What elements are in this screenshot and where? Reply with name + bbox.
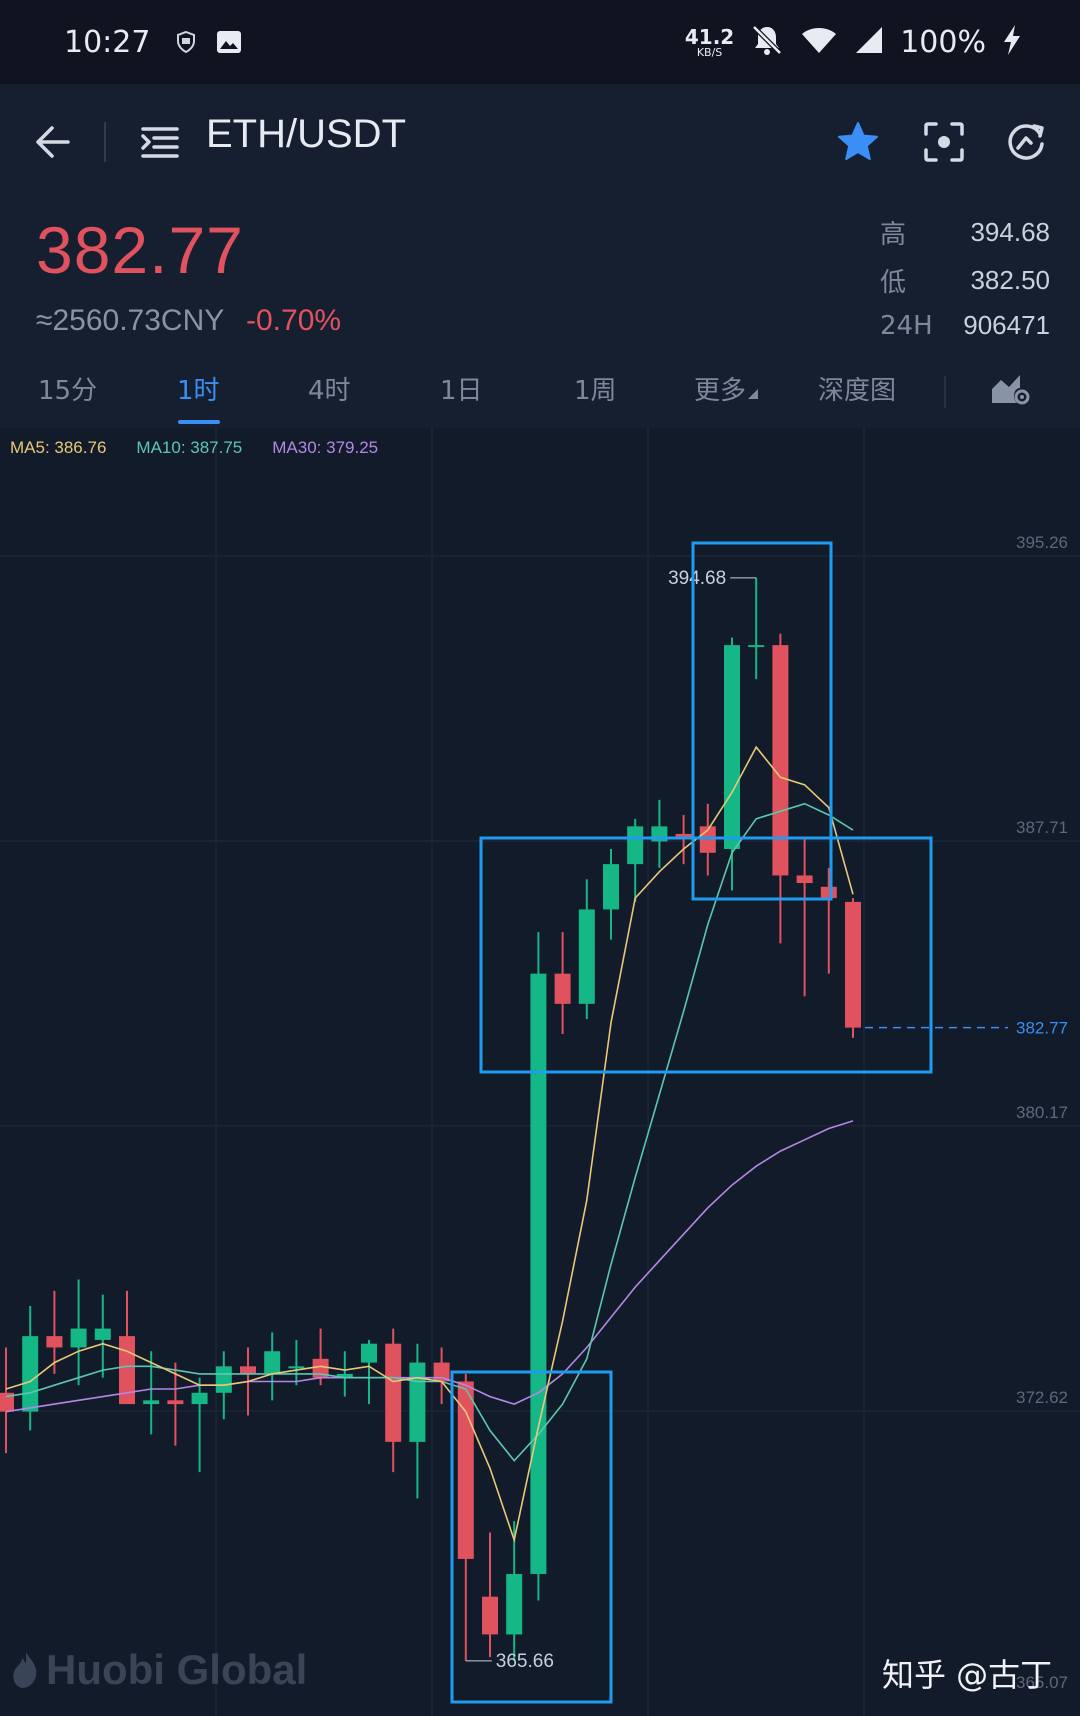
kline-chart[interactable]: 395.26 387.71 380.17 372.62 365.07 394.68 365.…: [0, 428, 1080, 1716]
favorite-button[interactable]: [834, 118, 882, 166]
price-cny: ≈2560.73CNY: [36, 304, 225, 337]
candle-body: [94, 1328, 111, 1340]
net-speed-value: 41.2: [684, 24, 735, 49]
huobi-flame-icon: [13, 1652, 37, 1688]
ma10-label: MA10: 387.75: [136, 438, 243, 457]
candle-body: [845, 901, 861, 1028]
candle-body: [457, 1381, 474, 1559]
candle-body: [820, 886, 837, 899]
candle-body: [288, 1366, 305, 1369]
candle-body: [796, 875, 813, 884]
tabs-divider: [944, 376, 946, 408]
candle-body: [506, 1574, 523, 1635]
ma5-line: [5, 745, 854, 1544]
wifi-icon: [800, 25, 838, 59]
candle-body: [22, 1336, 39, 1412]
y-tick-label: 372.62: [1016, 1388, 1068, 1407]
pair-title[interactable]: ETH/USDT: [206, 112, 406, 157]
candle-body: [46, 1336, 63, 1348]
low-marker-label: 365.66: [496, 1651, 554, 1672]
tab-4h[interactable]: 4时: [308, 370, 351, 407]
shield-icon: [174, 30, 198, 54]
candle-body: [143, 1400, 160, 1405]
screenshot-button[interactable]: [920, 118, 968, 166]
candle-body: [70, 1328, 87, 1348]
candle-body: [748, 645, 765, 648]
candle-body: [627, 826, 644, 865]
candle-body: [578, 909, 595, 1004]
tab-depth[interactable]: 深度图: [818, 370, 896, 407]
tab-1h[interactable]: 1时: [177, 370, 220, 407]
candle-body: [240, 1366, 256, 1374]
kline-chart-svg[interactable]: 395.26387.71380.17372.62365.07394.68365.…: [0, 428, 1080, 1716]
high-marker-label: 394.68: [668, 568, 726, 589]
candle-body: [724, 645, 740, 850]
tab-more[interactable]: 更多: [694, 370, 759, 407]
tab-15m[interactable]: 15分: [38, 370, 97, 407]
ma30-label: MA30: 379.25: [272, 438, 379, 457]
last-price: 382.77: [36, 213, 244, 287]
stat-low: 低 382.50: [880, 262, 1050, 299]
candle-body: [264, 1351, 281, 1374]
price-change: -0.70%: [246, 304, 342, 337]
chart-settings-button[interactable]: [988, 368, 1032, 408]
pair-list-button[interactable]: [138, 120, 182, 164]
image-icon: [216, 30, 242, 54]
candle-body: [215, 1366, 232, 1393]
price-panel: 382.77 ≈2560.73CNY -0.70% 高 394.68 低 382…: [0, 200, 1080, 348]
candle-body: [385, 1343, 402, 1442]
ma5-label: MA5: 386.76: [10, 438, 107, 457]
active-tab-indicator: [178, 420, 220, 424]
refresh-icon: [1008, 124, 1044, 160]
chart-settings-icon: [992, 375, 1030, 405]
candle-body: [772, 645, 789, 876]
ma-legend: MA5: 386.76 MA10: 387.75 MA30: 379.25: [10, 438, 378, 458]
bell-off-icon: [750, 23, 784, 61]
status-time: 10:27: [64, 24, 151, 60]
app-header: ETH/USDT: [0, 84, 1080, 200]
candle-body: [409, 1362, 426, 1442]
screenshot-icon: [924, 122, 964, 162]
stat-volume-label: 24H: [880, 310, 933, 341]
current-price-label: 382.77: [1016, 1019, 1068, 1038]
candle-body: [191, 1392, 208, 1405]
corner-triangle-icon: [748, 389, 759, 399]
back-button[interactable]: [30, 120, 74, 164]
list-menu-icon: [141, 127, 179, 158]
stat-volume-value: 906471: [963, 310, 1050, 340]
zhihu-credit: 知乎 @古丁: [882, 1656, 1053, 1694]
candle-body: [530, 973, 547, 1575]
star-icon: [838, 122, 878, 160]
net-speed-unit: KB/S: [696, 45, 723, 59]
signal-icon: [854, 25, 884, 59]
charging-icon: [1002, 24, 1022, 60]
stat-low-label: 低: [880, 268, 907, 298]
huobi-watermark: Huobi Global: [10, 1646, 307, 1694]
candle-body: [554, 973, 571, 1004]
stat-high-value: 394.68: [970, 217, 1050, 247]
stat-high: 高 394.68: [880, 214, 1050, 251]
tab-1w[interactable]: 1周: [574, 370, 617, 407]
tab-1d[interactable]: 1日: [440, 370, 483, 407]
watermark-text: Huobi Global: [46, 1646, 308, 1693]
y-tick-label: 380.17: [1016, 1103, 1068, 1122]
y-tick-label: 387.71: [1016, 818, 1068, 837]
refresh-button[interactable]: [1002, 118, 1050, 166]
stat-low-value: 382.50: [970, 265, 1050, 295]
stat-volume: 24H 906471: [880, 310, 1050, 341]
status-bar: 10:27 41.2 KB/S 100%: [0, 0, 1080, 84]
candle-body: [167, 1400, 184, 1405]
arrow-left-icon: [36, 126, 70, 158]
candle-body: [482, 1596, 498, 1635]
battery-level: 100%: [900, 24, 986, 60]
interval-tabs: 15分 1时 4时 1日 1周 更多 深度图: [0, 348, 1080, 428]
net-speed: 41.2 KB/S: [685, 27, 734, 58]
y-tick-label: 395.26: [1016, 533, 1068, 552]
stat-high-label: 高: [880, 220, 907, 250]
header-divider: [104, 122, 106, 162]
tab-more-label: 更多: [694, 376, 747, 406]
candle-body: [603, 864, 619, 910]
candle-body: [361, 1343, 377, 1363]
